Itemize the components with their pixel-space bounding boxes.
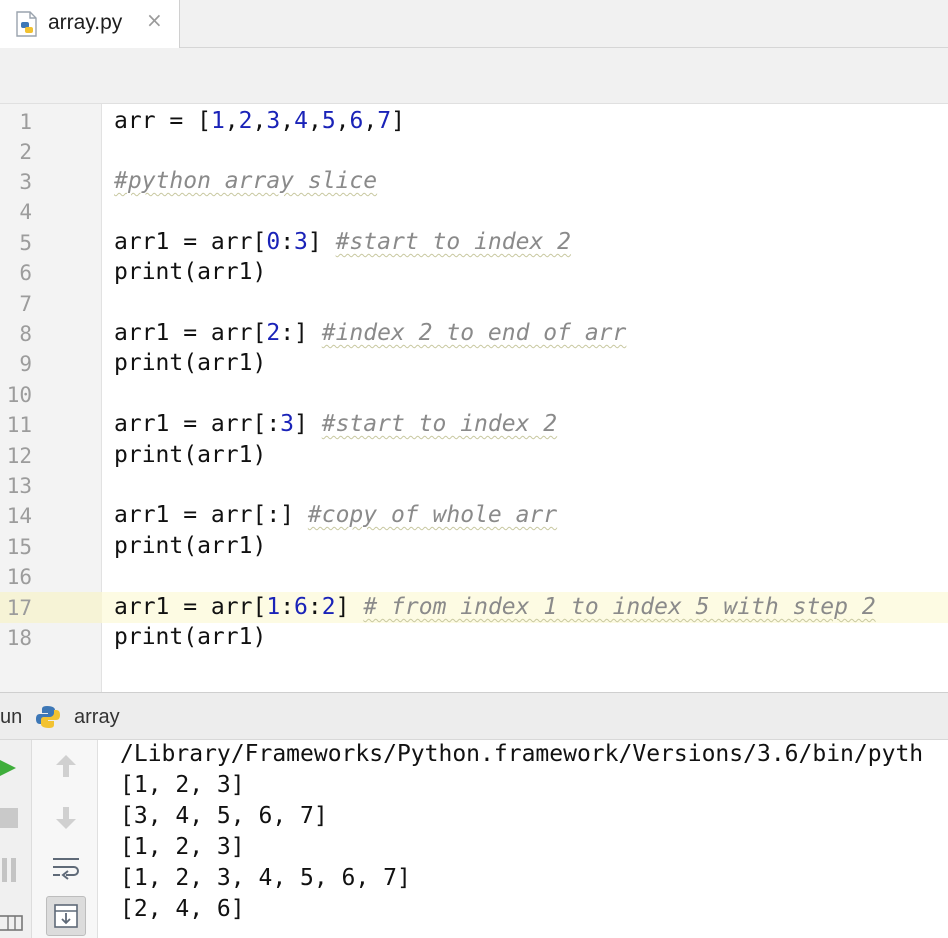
line-number: 13 bbox=[6, 474, 32, 498]
line-number: 7 bbox=[19, 292, 32, 316]
scroll-to-end-button[interactable] bbox=[46, 896, 86, 936]
code-line-15: print(arr1) bbox=[114, 533, 267, 559]
soft-wrap-button[interactable] bbox=[46, 848, 86, 888]
line-number: 3 bbox=[19, 170, 32, 194]
python-icon bbox=[36, 706, 60, 728]
code-line-12: print(arr1) bbox=[114, 442, 267, 468]
code-line-9: print(arr1) bbox=[114, 350, 267, 376]
line-number: 2 bbox=[19, 140, 32, 164]
console-output-line: [1, 2, 3, 4, 5, 6, 7] bbox=[120, 865, 411, 891]
code-line-5: arr1 = arr[0:3] #start to index 2 bbox=[114, 229, 572, 255]
line-number: 17 bbox=[6, 596, 32, 620]
line-number: 10 bbox=[6, 383, 32, 407]
up-arrow-button[interactable] bbox=[46, 746, 86, 786]
editor-tab-bar: array.py × bbox=[0, 0, 948, 48]
console-output-line: [1, 2, 3] bbox=[120, 834, 245, 860]
navigation-strip bbox=[0, 48, 948, 104]
code-line-1: arr = [1,2,3,4,5,6,7] bbox=[114, 108, 405, 134]
line-number: 11 bbox=[6, 413, 32, 437]
code-line-8: arr1 = arr[2:] #index 2 to end of arr bbox=[114, 320, 627, 346]
code-line-18: print(arr1) bbox=[114, 624, 267, 650]
run-left-toolbar bbox=[0, 740, 32, 938]
stop-icon[interactable] bbox=[0, 806, 20, 830]
run-panel-header: un array bbox=[0, 692, 948, 740]
layout-icon[interactable] bbox=[0, 912, 26, 934]
rerun-icon[interactable] bbox=[0, 756, 20, 780]
line-number: 8 bbox=[19, 322, 32, 346]
line-number: 1 bbox=[19, 110, 32, 134]
run-right-toolbar bbox=[32, 740, 98, 938]
python-file-icon bbox=[16, 11, 37, 37]
line-number: 4 bbox=[19, 200, 32, 224]
run-config-name[interactable]: array bbox=[74, 706, 120, 729]
code-line-6: print(arr1) bbox=[114, 259, 267, 285]
close-icon[interactable]: × bbox=[146, 8, 163, 32]
line-number: 16 bbox=[6, 565, 32, 589]
code-line-3: #python array slice bbox=[114, 168, 378, 194]
tab-label: array.py bbox=[48, 11, 123, 34]
line-number: 18 bbox=[6, 626, 32, 650]
console-output-line: [3, 4, 5, 6, 7] bbox=[120, 803, 328, 829]
tab-array-py[interactable]: array.py × bbox=[0, 0, 180, 48]
line-number: 15 bbox=[6, 535, 32, 559]
line-number: 12 bbox=[6, 444, 32, 468]
line-number: 5 bbox=[19, 231, 32, 255]
code-line-11: arr1 = arr[:3] #start to index 2 bbox=[114, 411, 558, 437]
up-arrow-icon bbox=[56, 755, 76, 777]
pause-icon[interactable] bbox=[0, 856, 20, 884]
line-number: 6 bbox=[19, 261, 32, 285]
run-tool-window-label[interactable]: un bbox=[0, 706, 22, 729]
down-arrow-button[interactable] bbox=[46, 798, 86, 838]
scroll-to-end-icon bbox=[54, 904, 78, 928]
code-line-14: arr1 = arr[:] #copy of whole arr bbox=[114, 502, 558, 528]
line-number: 9 bbox=[19, 352, 32, 376]
console-output-line: [2, 4, 6] bbox=[120, 896, 245, 922]
console-output-line: [1, 2, 3] bbox=[120, 772, 245, 798]
down-arrow-icon bbox=[56, 807, 76, 829]
line-number: 14 bbox=[6, 504, 32, 528]
code-line-17: arr1 = arr[1:6:2] # from index 1 to inde… bbox=[114, 594, 876, 620]
soft-wrap-icon bbox=[53, 858, 79, 880]
run-console: /Library/Frameworks/Python.framework/Ver… bbox=[0, 740, 948, 938]
code-editor[interactable]: 1 2 3 4 5 6 7 8 9 10 11 12 13 14 15 16 1… bbox=[0, 104, 948, 692]
console-output-line: /Library/Frameworks/Python.framework/Ver… bbox=[120, 741, 924, 767]
